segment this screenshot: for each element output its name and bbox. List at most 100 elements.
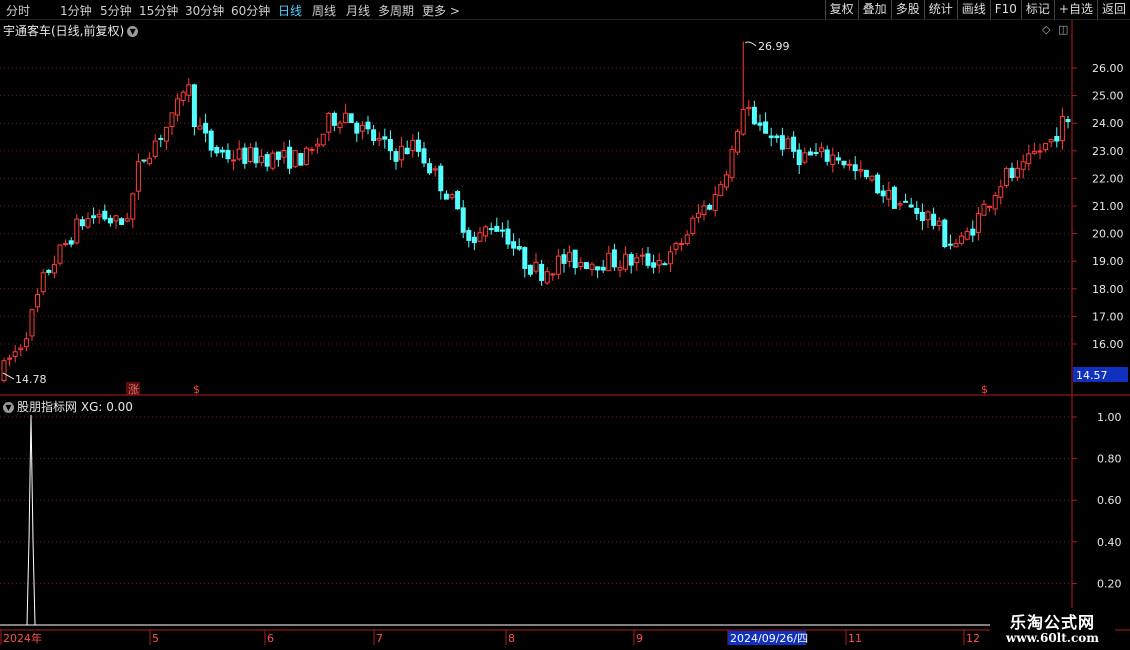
candle-body: [130, 193, 136, 220]
candle-body: [208, 130, 214, 151]
candle-body: [1059, 115, 1065, 142]
candle-body: [1031, 151, 1037, 154]
candle-body: [315, 143, 321, 147]
candles: [1, 41, 1071, 383]
candle-body: [63, 243, 69, 246]
candle-body: [606, 252, 612, 272]
candle-body: [309, 148, 315, 151]
candle-body: [807, 151, 813, 156]
indicator-value: XG: 0.00: [80, 400, 133, 414]
site-watermark: 乐淘公式网 www.60lt.com: [990, 608, 1115, 650]
watermark-title: 乐淘公式网: [1009, 613, 1095, 632]
candle-body: [135, 161, 141, 192]
price-tick-label: 25.00: [1092, 90, 1124, 103]
candle-body: [399, 145, 405, 161]
candle-body: [623, 253, 629, 270]
candle-body: [735, 130, 741, 153]
candle-body: [483, 226, 489, 237]
candle-body: [387, 139, 393, 152]
candle-body: [970, 228, 976, 236]
price-tick-label: 23.00: [1092, 145, 1124, 158]
candle-body: [925, 211, 931, 221]
candle-body: [656, 260, 662, 266]
price-tick-label: 24.00: [1092, 117, 1124, 130]
candle-body: [959, 235, 965, 244]
indicator-tick-label: 0.20: [1097, 577, 1122, 590]
indicator-title: ▼ 股朋指标网 XG: 0.00: [3, 398, 133, 415]
candle-body: [919, 211, 925, 222]
candle-body: [953, 243, 959, 248]
candle-body: [567, 251, 573, 262]
candle-body: [779, 135, 785, 150]
candle-body: [1065, 119, 1071, 123]
candle-body: [443, 193, 449, 200]
candle-body: [152, 140, 158, 158]
time-label: 5: [152, 632, 159, 645]
candle-body: [371, 129, 377, 142]
candle-body: [533, 261, 539, 272]
candle-body: [1048, 138, 1054, 143]
candle-body: [701, 205, 707, 215]
candle-body: [292, 150, 298, 168]
candle-body: [281, 150, 287, 158]
candle-body: [231, 159, 237, 162]
candle-body: [740, 108, 746, 135]
indicator-tick-label: 0.80: [1097, 453, 1122, 466]
candle-body: [7, 357, 13, 360]
candle-body: [113, 215, 119, 222]
candle-body: [645, 253, 651, 266]
candle-body: [259, 155, 265, 163]
candle-body: [628, 254, 634, 266]
candle-body: [891, 186, 897, 209]
candle-body: [791, 136, 797, 152]
candle-body: [544, 271, 550, 284]
candle-body: [992, 194, 998, 210]
candle-body: [1026, 153, 1032, 165]
candle-body: [85, 218, 91, 228]
candle-body: [886, 189, 892, 200]
candle-body: [91, 215, 97, 219]
candle-body: [393, 151, 399, 162]
min-price-label: 14.78: [15, 373, 47, 386]
candle-body: [639, 254, 645, 257]
marker-dollar-1: $: [193, 383, 200, 396]
candle-body: [186, 84, 192, 96]
candle-body: [869, 175, 875, 181]
candle-body: [477, 232, 483, 242]
candle-body: [331, 112, 337, 126]
candle-body: [320, 133, 326, 146]
candle-body: [119, 218, 125, 225]
candle-body: [751, 106, 757, 125]
candle-body: [858, 169, 864, 172]
candle-body: [432, 168, 438, 171]
candle-body: [684, 234, 690, 244]
candle-body: [908, 204, 914, 208]
candle-body: [147, 157, 153, 165]
candle-body: [337, 122, 343, 129]
kline-chart[interactable]: 26.00 25.00 24.00 23.00 22.00 21.00 20.00 19.00…: [0, 0, 1130, 650]
candle-body: [343, 112, 349, 124]
candle-body: [203, 122, 209, 134]
xg-line: [0, 414, 1072, 626]
candle-body: [690, 217, 696, 235]
candle-body: [68, 240, 74, 245]
candle-body: [191, 84, 197, 128]
candle-body: [270, 152, 276, 169]
candle-body: [561, 254, 567, 264]
candle-body: [555, 255, 561, 275]
candle-body: [466, 230, 472, 241]
time-label: 2024/09/26/四: [730, 632, 808, 645]
candle-body: [348, 113, 354, 124]
candle-body: [303, 147, 309, 165]
candle-body: [275, 151, 281, 160]
candle-body: [947, 243, 953, 246]
candle-body: [718, 184, 724, 196]
candle-body: [247, 147, 253, 162]
candle-body: [707, 204, 713, 210]
candle-body: [981, 203, 987, 216]
chevron-down-icon[interactable]: ▼: [3, 402, 14, 413]
candle-body: [359, 124, 365, 132]
candle-body: [354, 122, 360, 134]
candle-body: [527, 264, 533, 275]
candle-body: [225, 149, 231, 160]
